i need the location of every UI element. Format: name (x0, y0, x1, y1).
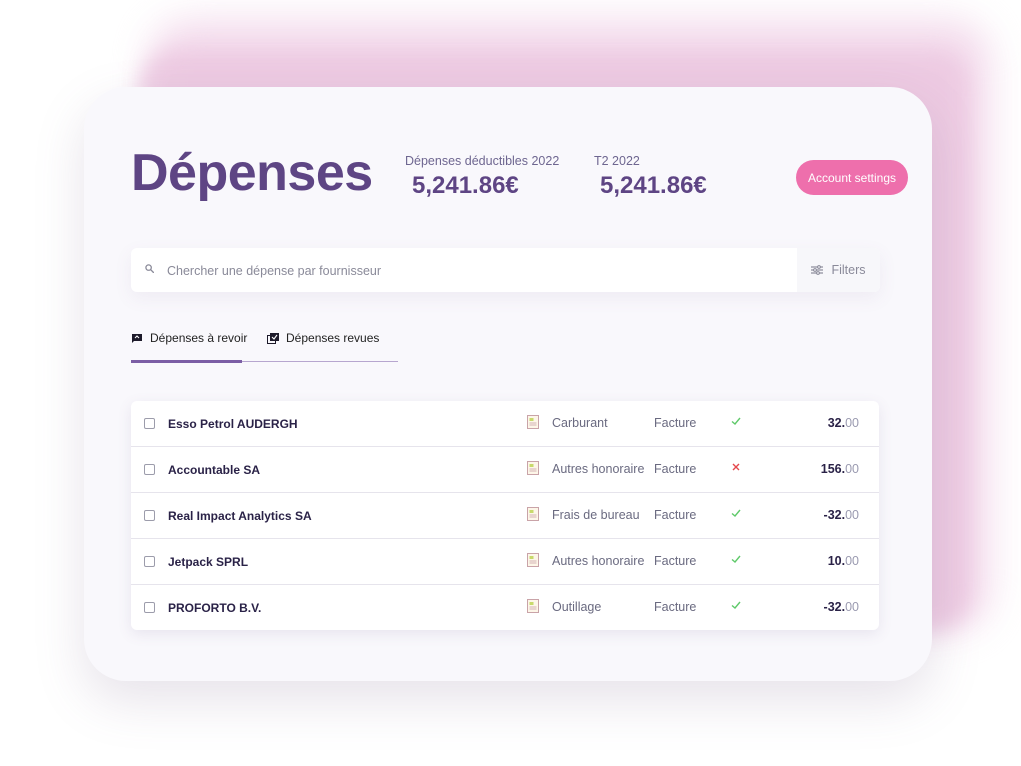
table-row[interactable]: Jetpack SPRL Autres honoraire Facture 10… (131, 539, 879, 585)
filters-icon (811, 265, 824, 275)
table-row[interactable]: Esso Petrol AUDERGH Carburant Facture 32… (131, 401, 879, 447)
account-settings-button[interactable]: Account settings (796, 160, 908, 195)
expense-amount: -32.00 (823, 600, 859, 614)
tab-to-review[interactable]: Dépenses à revoir (131, 331, 247, 345)
row-checkbox[interactable] (144, 602, 155, 613)
check-icon (731, 555, 741, 563)
tab-bar: Dépenses à revoir Dépenses revues (131, 327, 398, 363)
row-checkbox[interactable] (144, 464, 155, 475)
check-icon (731, 601, 741, 609)
row-checkbox[interactable] (144, 510, 155, 521)
expense-category: Autres honoraire (552, 462, 645, 476)
cross-icon (732, 463, 740, 471)
expense-category: Frais de bureau (552, 508, 640, 522)
expense-type: Facture (654, 462, 697, 476)
expense-type: Facture (654, 600, 697, 614)
expense-category: Autres honoraire (552, 554, 645, 568)
flag-review-icon (132, 333, 142, 343)
check-icon (731, 509, 741, 517)
row-checkbox[interactable] (144, 556, 155, 567)
tab-reviewed-label: Dépenses revues (286, 331, 380, 345)
expense-amount: 32.00 (827, 416, 859, 430)
search-bar: Filters (131, 248, 880, 294)
expense-category: Carburant (552, 416, 608, 430)
gallery-check-icon (267, 332, 279, 344)
expense-type: Facture (654, 554, 697, 568)
expense-list: Esso Petrol AUDERGH Carburant Facture 32… (131, 401, 879, 630)
receipt-icon (527, 461, 539, 475)
filters-button[interactable]: Filters (797, 248, 880, 292)
receipt-icon (527, 507, 539, 521)
table-row[interactable]: Accountable SA Autres honoraire Facture … (131, 447, 879, 493)
row-checkbox[interactable] (144, 418, 155, 429)
page-title: Dépenses (131, 144, 373, 202)
expense-type: Facture (654, 416, 697, 430)
vendor-name: Accountable SA (168, 463, 261, 477)
filters-label: Filters (831, 263, 866, 277)
vendor-name: Jetpack SPRL (168, 555, 249, 569)
receipt-icon (527, 599, 539, 613)
vendor-name: PROFORTO B.V. (168, 601, 262, 615)
receipt-icon (527, 415, 539, 429)
table-row[interactable]: PROFORTO B.V. Outillage Facture -32.00 (131, 585, 879, 630)
expense-type: Facture (654, 508, 697, 522)
expense-amount: -32.00 (823, 508, 859, 522)
table-row[interactable]: Real Impact Analytics SA Frais de bureau… (131, 493, 879, 539)
expense-amount: 10.00 (827, 554, 859, 568)
check-icon (731, 417, 741, 425)
stat-quarter-value: 5,241.86€ (600, 172, 707, 199)
expense-amount: 156.00 (820, 462, 859, 476)
tab-reviewed[interactable]: Dépenses revues (267, 331, 379, 345)
vendor-name: Real Impact Analytics SA (168, 509, 312, 523)
search-input[interactable] (165, 248, 789, 294)
expenses-card: Dépenses Dépenses déductibles 2022 5,241… (84, 87, 932, 681)
expense-category: Outillage (552, 600, 602, 614)
stat-deductible-label: Dépenses déductibles 2022 (405, 154, 560, 168)
receipt-icon (527, 553, 539, 567)
stat-deductible-value: 5,241.86€ (412, 172, 519, 199)
active-tab-indicator (131, 360, 242, 363)
search-icon (145, 264, 154, 273)
tab-to-review-label: Dépenses à revoir (150, 331, 248, 345)
vendor-name: Esso Petrol AUDERGH (168, 417, 298, 431)
stat-quarter-label: T2 2022 (594, 154, 640, 168)
